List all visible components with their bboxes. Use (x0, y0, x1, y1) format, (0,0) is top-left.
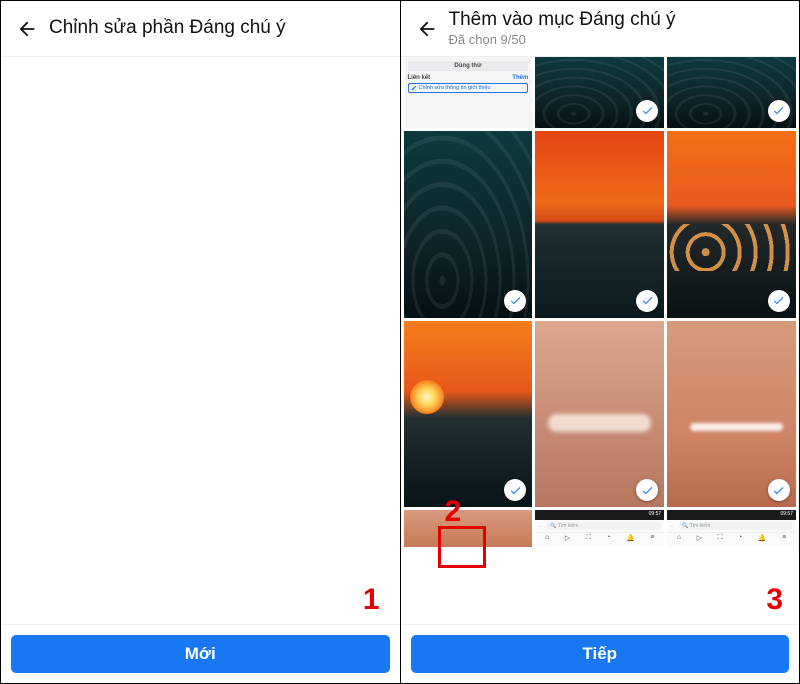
check-icon (641, 104, 654, 117)
thumb-browser-screenshot[interactable]: 09:57 ← 🔍 Tìm kiếm ⌂ ▷ ⛶ ◔ 🔔 ≡ (535, 510, 664, 546)
try-button-mini: Dùng thử (408, 61, 529, 71)
edit-bio-text: Chỉnh sửa thông tin giới thiệu (419, 85, 491, 91)
check-badge[interactable] (768, 290, 790, 312)
store-icon: ⛶ (718, 534, 723, 542)
mini-statusbar: 09:57 (667, 510, 796, 520)
arrow-left-icon: ← (670, 523, 675, 529)
bell-icon: 🔔 (626, 534, 635, 542)
pencil-icon (411, 85, 417, 91)
thumb-sunset[interactable] (535, 131, 664, 318)
check-icon (641, 294, 654, 307)
check-icon (772, 104, 785, 117)
screenshot-content: Dùng thử Liên kết Thêm Chỉnh sửa thông t… (404, 57, 533, 97)
bottom-bar: Tiếp (401, 624, 800, 683)
check-badge[interactable] (768, 479, 790, 501)
arrow-left-icon (16, 18, 38, 40)
links-section-mini: Liên kết Thêm (408, 75, 529, 81)
bottom-bar: Mới (1, 624, 400, 683)
arrow-left-icon: ← (538, 523, 543, 529)
user-icon: ◔ (606, 534, 610, 542)
mini-search: 🔍 Tìm kiếm (547, 522, 661, 530)
photo-grid: Dùng thử Liên kết Thêm Chỉnh sửa thông t… (401, 57, 800, 507)
photo-grid-scroll[interactable]: Dùng thử Liên kết Thêm Chỉnh sửa thông t… (401, 57, 800, 625)
bell-icon: 🔔 (758, 534, 767, 542)
left-header: Chỉnh sửa phần Đáng chú ý (1, 1, 400, 57)
mini-time: 09:57 (780, 511, 793, 517)
menu-icon: ≡ (650, 534, 654, 542)
mini-statusbar: 09:57 (535, 510, 664, 520)
check-badge[interactable] (768, 100, 790, 122)
selection-count: Đã chọn 9/50 (449, 32, 792, 47)
mini-search-placeholder: Tìm kiếm (558, 523, 579, 529)
mini-toolbar: ⌂ ▷ ⛶ ◔ 🔔 ≡ (535, 533, 664, 543)
check-badge[interactable] (504, 290, 526, 312)
thumb-pink-sky[interactable] (667, 321, 796, 508)
mini-addressbar: ← 🔍 Tìm kiếm (535, 520, 664, 533)
check-icon (509, 484, 522, 497)
arrow-left-icon (416, 18, 438, 40)
thumb-waves[interactable] (535, 57, 664, 128)
home-icon: ⌂ (677, 534, 681, 542)
add-link: Thêm (512, 75, 528, 81)
mini-time: 09:57 (649, 511, 662, 517)
annotation-1: 1 (363, 583, 380, 617)
home-icon: ⌂ (545, 534, 549, 542)
new-button[interactable]: Mới (11, 635, 390, 673)
next-button[interactable]: Tiếp (411, 635, 790, 673)
play-icon: ▷ (565, 534, 570, 542)
thumb-sun[interactable] (404, 321, 533, 508)
check-badge[interactable] (504, 479, 526, 501)
back-button[interactable] (9, 11, 45, 47)
check-icon (509, 294, 522, 307)
edit-bio-mini: Chỉnh sửa thông tin giới thiệu (408, 83, 529, 93)
thumb-pink-sky[interactable] (535, 321, 664, 508)
store-icon: ⛶ (586, 534, 591, 542)
check-icon (641, 484, 654, 497)
play-icon: ▷ (697, 534, 702, 542)
menu-icon: ≡ (782, 534, 786, 542)
back-button[interactable] (409, 11, 445, 47)
thumb-browser-screenshot[interactable]: 09:57 ← 🔍 Tìm kiếm ⌂ ▷ ⛶ ◔ 🔔 ≡ (667, 510, 796, 546)
thumb-waves[interactable] (667, 57, 796, 128)
links-label: Liên kết (408, 75, 431, 81)
user-icon: ◔ (738, 534, 742, 542)
left-panel: Chỉnh sửa phần Đáng chú ý 1 Mới (1, 1, 400, 683)
check-badge[interactable] (636, 479, 658, 501)
mini-search: 🔍 Tìm kiếm (679, 522, 793, 530)
thumb-screenshot[interactable]: Dùng thử Liên kết Thêm Chỉnh sửa thông t… (404, 57, 533, 128)
right-panel: Thêm vào mục Đáng chú ý Đã chọn 9/50 Dùn… (401, 1, 800, 683)
page-title: Chỉnh sửa phần Đáng chú ý (49, 18, 392, 39)
check-icon (772, 294, 785, 307)
title-block: Chỉnh sửa phần Đáng chú ý (45, 18, 392, 39)
mini-toolbar: ⌂ ▷ ⛶ ◔ 🔔 ≡ (667, 533, 796, 543)
title-block: Thêm vào mục Đáng chú ý Đã chọn 9/50 (445, 10, 792, 48)
mini-addressbar: ← 🔍 Tìm kiếm (667, 520, 796, 533)
page-title: Thêm vào mục Đáng chú ý (449, 10, 792, 31)
thumb-pink-sky[interactable] (404, 510, 533, 546)
photo-grid-row-peek: 09:57 ← 🔍 Tìm kiếm ⌂ ▷ ⛶ ◔ 🔔 ≡ 09:57 ← 🔍 Tìm … (401, 510, 800, 546)
right-header: Thêm vào mục Đáng chú ý Đã chọn 9/50 (401, 1, 800, 57)
mini-search-placeholder: Tìm kiếm (690, 523, 711, 529)
check-badge[interactable] (636, 290, 658, 312)
thumb-waves[interactable] (404, 131, 533, 318)
check-icon (772, 484, 785, 497)
check-badge[interactable] (636, 100, 658, 122)
thumb-sunset-bokeh[interactable] (667, 131, 796, 318)
